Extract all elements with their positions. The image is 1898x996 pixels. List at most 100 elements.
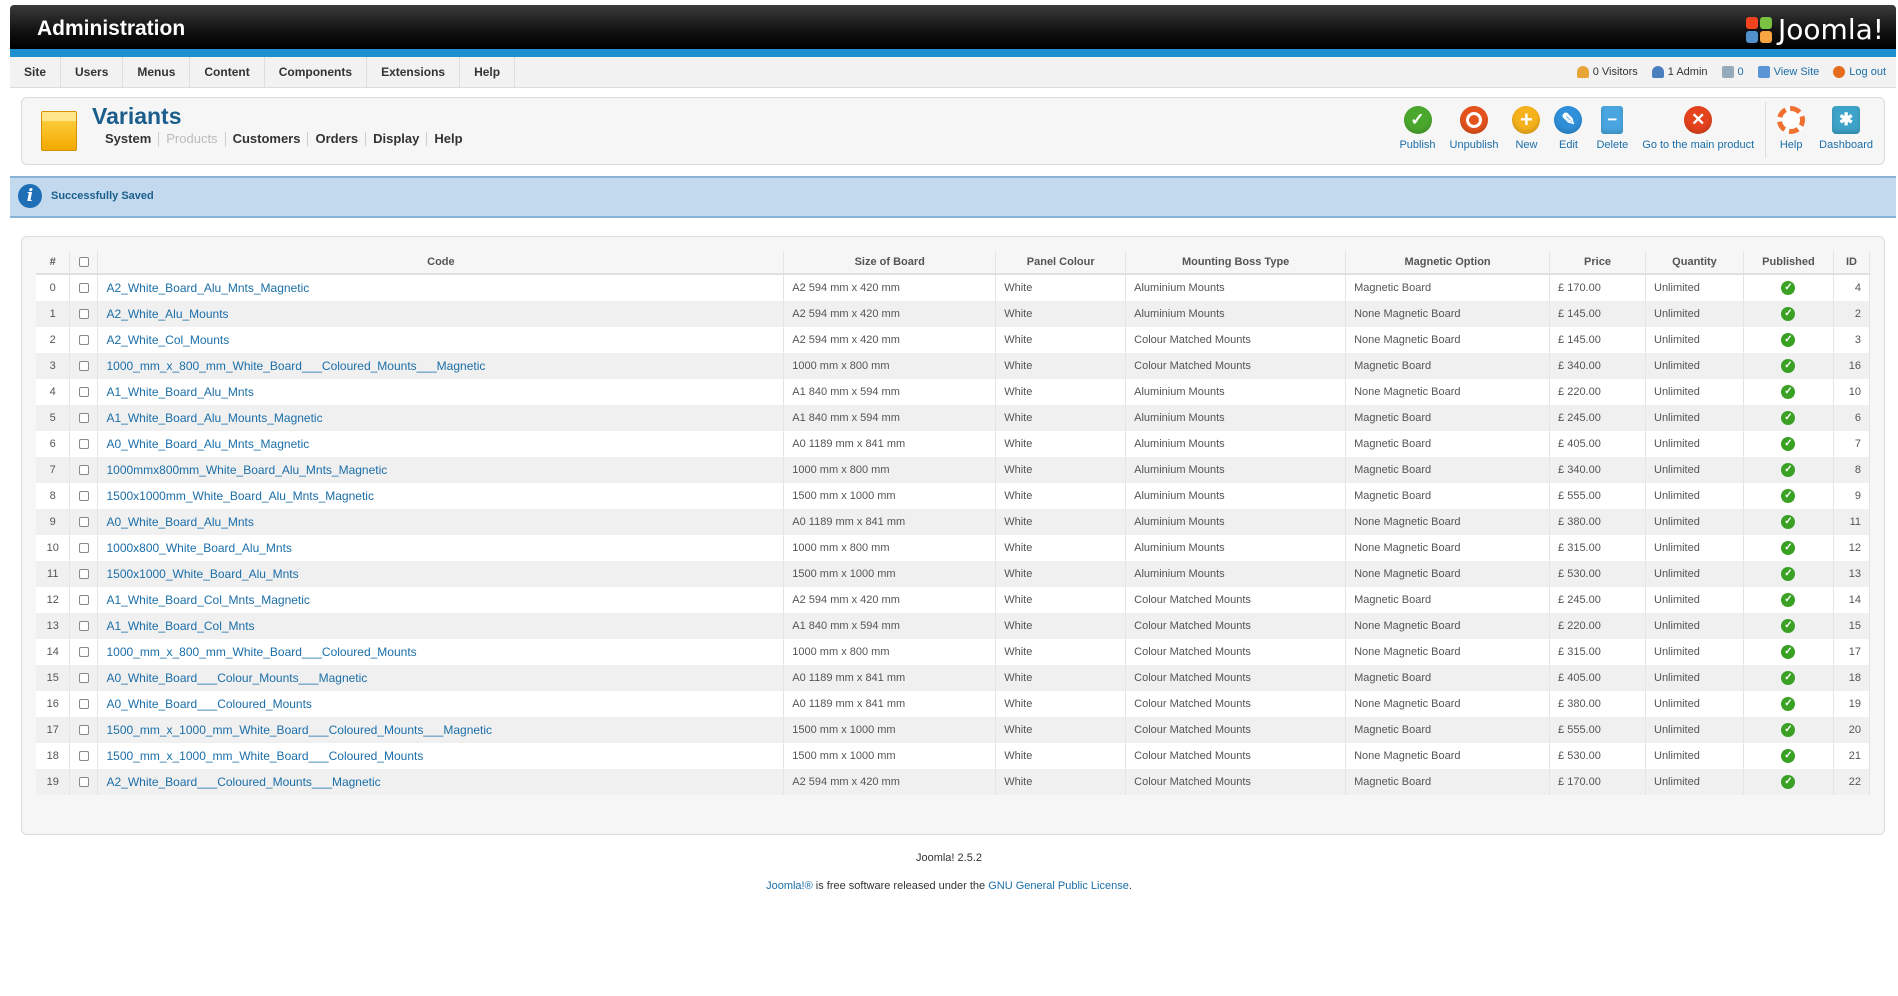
variant-code-link[interactable]: 1500_mm_x_1000_mm_White_Board___Coloured… [106, 723, 492, 737]
published-check-icon[interactable]: ✓ [1781, 281, 1796, 295]
published-check-icon[interactable]: ✓ [1781, 775, 1796, 789]
col-magnetic-header[interactable]: Magnetic Option [1345, 251, 1551, 275]
published-check-icon[interactable]: ✓ [1781, 723, 1796, 737]
col-quantity-header[interactable]: Quantity [1645, 251, 1744, 275]
dashboard-button[interactable]: ✱ Dashboard [1812, 102, 1880, 151]
select-all-checkbox[interactable] [78, 257, 89, 268]
variant-code-link[interactable]: A2_White_Board_Alu_Mnts_Magnetic [106, 281, 309, 295]
published-check-icon[interactable]: ✓ [1781, 437, 1796, 451]
variant-code-link[interactable]: 1000mmx800mm_White_Board_Alu_Mnts_Magnet… [106, 463, 387, 477]
variant-code-link[interactable]: A1_White_Board_Alu_Mnts [106, 385, 253, 399]
row-checkbox[interactable] [78, 777, 89, 788]
variant-code-link[interactable]: A0_White_Board___Coloured_Mounts [106, 697, 311, 711]
joomla-link[interactable]: Joomla!® [766, 880, 813, 892]
publish-button[interactable]: ✓ Publish [1392, 102, 1442, 151]
edit-button[interactable]: ✎ Edit [1547, 102, 1589, 151]
variant-code-link[interactable]: A1_White_Board_Col_Mnts [106, 619, 254, 633]
col-colour-header[interactable]: Panel Colour [995, 251, 1127, 275]
row-checkbox[interactable] [78, 595, 89, 606]
row-checkbox[interactable] [78, 569, 89, 580]
row-checkbox[interactable] [78, 725, 89, 736]
published-check-icon[interactable]: ✓ [1781, 411, 1796, 425]
delete-button[interactable]: − Delete [1589, 102, 1635, 151]
menu-users[interactable]: Users [61, 57, 124, 87]
published-check-icon[interactable]: ✓ [1781, 489, 1796, 503]
row-checkbox[interactable] [78, 517, 89, 528]
row-checkbox[interactable] [78, 309, 89, 320]
row-checkbox[interactable] [78, 543, 89, 554]
published-check-icon[interactable]: ✓ [1781, 697, 1796, 711]
row-checkbox[interactable] [78, 699, 89, 710]
variant-code-link[interactable]: 1500x1000mm_White_Board_Alu_Mnts_Magneti… [106, 489, 374, 503]
menu-extensions[interactable]: Extensions [367, 57, 461, 87]
row-checkbox[interactable] [78, 673, 89, 684]
variant-code-link[interactable]: 1500x1000_White_Board_Alu_Mnts [106, 567, 298, 581]
variant-code-link[interactable]: A2_White_Col_Mounts [106, 333, 229, 347]
trash-icon: − [1601, 106, 1624, 134]
row-checkbox[interactable] [78, 465, 89, 476]
variant-code-link[interactable]: 1500_mm_x_1000_mm_White_Board___Coloured… [106, 749, 423, 763]
published-check-icon[interactable]: ✓ [1781, 671, 1796, 685]
magnetic-option-cell: None Magnetic Board [1345, 509, 1551, 535]
gpl-link[interactable]: GNU General Public License [988, 880, 1129, 892]
row-checkbox[interactable] [78, 647, 89, 658]
variant-code-link[interactable]: A2_White_Board___Coloured_Mounts___Magne… [106, 775, 380, 789]
menu-content[interactable]: Content [190, 57, 265, 87]
variant-code-link[interactable]: 1000_mm_x_800_mm_White_Board___Coloured_… [106, 645, 416, 659]
col-price-header[interactable]: Price [1549, 251, 1646, 275]
goto-main-product-button[interactable]: ✕ Go to the main product [1635, 102, 1761, 151]
subnav-orders[interactable]: Orders [308, 132, 367, 146]
subnav-help[interactable]: Help [427, 132, 469, 146]
menu-help[interactable]: Help [460, 57, 516, 87]
row-checkbox[interactable] [78, 751, 89, 762]
variant-code-link[interactable]: A0_White_Board___Colour_Mounts___Magneti… [106, 671, 367, 685]
subnav-display[interactable]: Display [366, 132, 428, 146]
row-checkbox[interactable] [78, 621, 89, 632]
row-checkbox[interactable] [78, 491, 89, 502]
published-check-icon[interactable]: ✓ [1781, 385, 1796, 399]
row-checkbox[interactable] [78, 361, 89, 372]
row-checkbox[interactable] [78, 439, 89, 450]
col-select-all[interactable] [69, 251, 99, 275]
joomla-logo[interactable]: Joomla! [1746, 13, 1884, 46]
subnav-system[interactable]: System [98, 132, 160, 146]
published-check-icon[interactable]: ✓ [1781, 567, 1796, 581]
col-code-header[interactable]: Code [97, 251, 785, 275]
col-published-header[interactable]: Published [1743, 251, 1834, 275]
variant-code-link[interactable]: A0_White_Board_Alu_Mnts [106, 515, 253, 529]
variant-code-link[interactable]: 1000x800_White_Board_Alu_Mnts [106, 541, 291, 555]
row-checkbox[interactable] [78, 387, 89, 398]
row-checkbox[interactable] [78, 335, 89, 346]
row-checkbox[interactable] [78, 413, 89, 424]
view-site-link[interactable]: View Site [1757, 66, 1819, 78]
unpublish-button[interactable]: Unpublish [1443, 102, 1506, 151]
variant-code-link[interactable]: A2_White_Alu_Mounts [106, 307, 228, 321]
help-button[interactable]: Help [1770, 102, 1812, 151]
published-check-icon[interactable]: ✓ [1781, 541, 1796, 555]
board-size-cell: A2 594 mm x 420 mm [783, 301, 997, 327]
published-check-icon[interactable]: ✓ [1781, 515, 1796, 529]
published-check-icon[interactable]: ✓ [1781, 593, 1796, 607]
published-check-icon[interactable]: ✓ [1781, 463, 1796, 477]
messages-status[interactable]: 0 [1721, 66, 1744, 78]
row-checkbox[interactable] [78, 283, 89, 294]
new-button[interactable]: + New [1505, 102, 1547, 151]
col-size-header[interactable]: Size of Board [783, 251, 997, 275]
published-check-icon[interactable]: ✓ [1781, 359, 1796, 373]
published-check-icon[interactable]: ✓ [1781, 333, 1796, 347]
variant-code-link[interactable]: 1000_mm_x_800_mm_White_Board___Coloured_… [106, 359, 485, 373]
published-check-icon[interactable]: ✓ [1781, 749, 1796, 763]
col-mounting-header[interactable]: Mounting Boss Type [1125, 251, 1347, 275]
published-check-icon[interactable]: ✓ [1781, 619, 1796, 633]
variant-code-link[interactable]: A0_White_Board_Alu_Mnts_Magnetic [106, 437, 309, 451]
published-check-icon[interactable]: ✓ [1781, 307, 1796, 321]
menu-components[interactable]: Components [265, 57, 368, 87]
published-check-icon[interactable]: ✓ [1781, 645, 1796, 659]
logout-link[interactable]: Log out [1833, 66, 1886, 78]
subnav-customers[interactable]: Customers [226, 132, 309, 146]
variant-code-link[interactable]: A1_White_Board_Alu_Mounts_Magnetic [106, 411, 322, 425]
menu-menus[interactable]: Menus [123, 57, 191, 87]
col-id-header[interactable]: ID [1833, 251, 1871, 275]
menu-site[interactable]: Site [10, 57, 62, 87]
variant-code-link[interactable]: A1_White_Board_Col_Mnts_Magnetic [106, 593, 309, 607]
